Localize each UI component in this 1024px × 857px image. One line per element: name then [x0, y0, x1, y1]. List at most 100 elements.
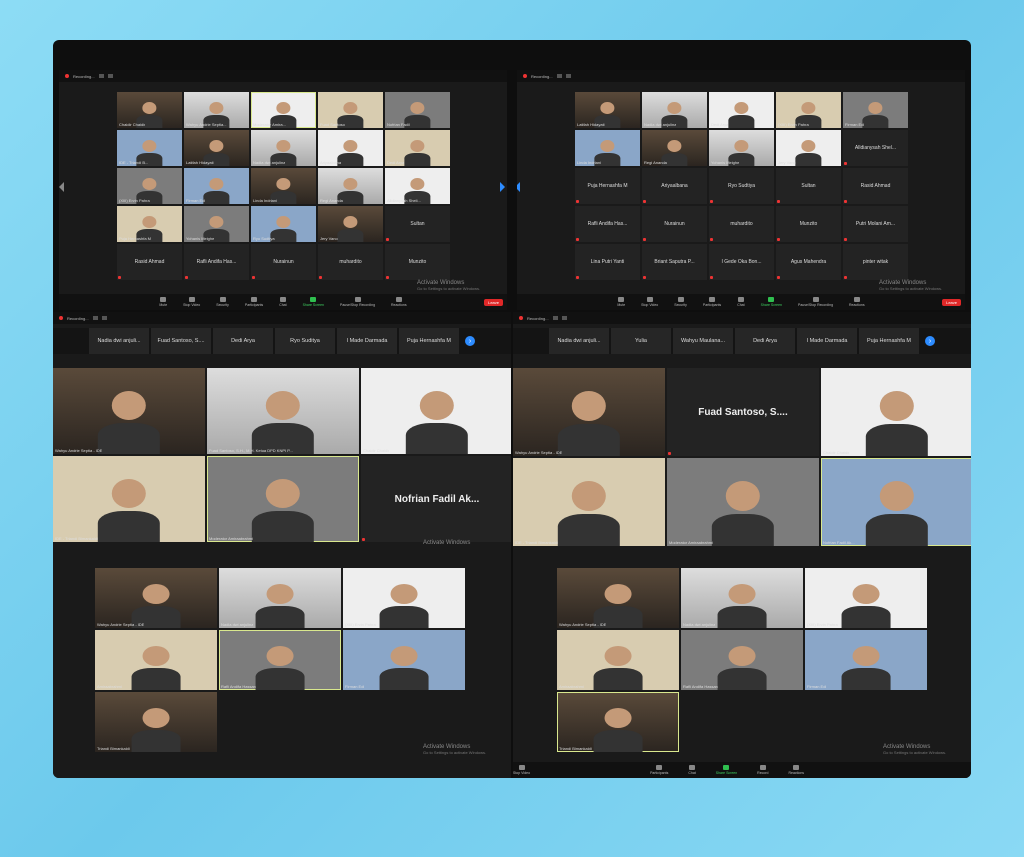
- participant-tile[interactable]: Briant Saputra P...: [642, 244, 707, 280]
- participant-tile[interactable]: IDE - Triandi B...: [117, 130, 182, 166]
- participant-tile[interactable]: Wahyu Andrie Septia - IDE: [53, 368, 205, 454]
- reactions-button[interactable]: Reactions: [849, 297, 865, 307]
- participant-tile[interactable]: Sultan: [776, 168, 841, 204]
- participant-tile[interactable]: Munzito: [776, 206, 841, 242]
- participant-tile[interactable]: Firman Edi: [843, 92, 908, 128]
- participant-tile[interactable]: Rafli Andifa Hassan: [681, 630, 803, 690]
- leave-button[interactable]: Leave: [484, 299, 503, 306]
- reactions-button[interactable]: Reactions: [788, 765, 804, 775]
- filmstrip-tile[interactable]: Fuad Santoso, S....: [151, 328, 211, 354]
- next-page-icon[interactable]: [500, 182, 505, 192]
- participant-tile[interactable]: Wahyu Andrie Septia - IDE: [95, 568, 217, 628]
- participant-tile[interactable]: (XIII) Ervin Pahra: [776, 92, 841, 128]
- leave-button[interactable]: Leave: [942, 299, 961, 306]
- stop-icon[interactable]: [561, 316, 567, 320]
- stop-video-button[interactable]: Stop Video: [641, 297, 658, 307]
- participant-tile[interactable]: Regi Ananda: [642, 130, 707, 166]
- participant-tile[interactable]: Amiraabrahmi: [557, 630, 679, 690]
- participant-tile[interactable]: IDE - Triandi Bimankaldi: [513, 458, 665, 546]
- share-screen-button[interactable]: Share Screen: [716, 765, 737, 775]
- participant-tile[interactable]: Fuad Santoso, S.H., M.H. Ketua DPD KNPI …: [207, 368, 359, 454]
- participant-tile[interactable]: Alldianysah Shel...: [843, 130, 908, 166]
- stop-icon[interactable]: [107, 74, 113, 78]
- participant-tile[interactable]: Nofrian Fadil Ak...: [821, 458, 971, 546]
- pause-icon[interactable]: [98, 74, 104, 78]
- participant-tile[interactable]: Ariyaalbana: [318, 130, 383, 166]
- participants-button[interactable]: Participants: [650, 765, 668, 775]
- participant-tile[interactable]: Nadia dwi anjulina: [681, 568, 803, 628]
- participant-tile[interactable]: Agus Mahendra: [776, 244, 841, 280]
- reactions-button[interactable]: Reactions: [391, 297, 407, 307]
- prev-page-icon[interactable]: [517, 182, 520, 192]
- participant-tile[interactable]: Nadia dwi anjulina: [251, 130, 316, 166]
- participant-tile[interactable]: Ariyaalbana: [642, 168, 707, 204]
- pause-icon[interactable]: [92, 316, 98, 320]
- participant-tile[interactable]: Chaidir Chaidir: [821, 368, 971, 456]
- participant-tile[interactable]: Sultan: [385, 206, 450, 242]
- participant-tile[interactable]: Nurainun: [251, 244, 316, 280]
- participant-tile[interactable]: Rafli Andifa Hassan: [219, 630, 341, 690]
- participant-tile[interactable]: Firman Edi: [343, 630, 465, 690]
- prev-page-icon[interactable]: [59, 182, 64, 192]
- participant-tile[interactable]: Nofrian Fadil: [385, 92, 450, 128]
- participant-tile[interactable]: Latifah Hidayati: [575, 92, 640, 128]
- participant-tile[interactable]: Jery Vano: [776, 130, 841, 166]
- participant-tile[interactable]: Triandi Bimankaldi: [95, 692, 217, 752]
- filmstrip-tile[interactable]: Nadia dwi anjuli...: [89, 328, 149, 354]
- participant-tile[interactable]: Nadia dwi anjulina: [219, 568, 341, 628]
- participant-tile[interactable]: Chaidir Chaidir: [117, 92, 182, 128]
- participant-tile[interactable]: Wahyu Andrie Septia...: [184, 92, 249, 128]
- participant-tile[interactable]: Chaidir Chaidir: [361, 368, 511, 454]
- participant-tile[interactable]: (XIII) Ervin Pahra: [805, 568, 927, 628]
- security-button[interactable]: Security: [674, 297, 687, 307]
- participant-tile[interactable]: Wahyu Andrie Septia - IDE: [557, 568, 679, 628]
- chat-button[interactable]: Chat: [737, 297, 745, 307]
- security-button[interactable]: Security: [216, 297, 229, 307]
- participant-tile[interactable]: Wahyu Andrie Septia - IDE: [513, 368, 665, 456]
- participant-tile[interactable]: Ryo Sudtiya: [251, 206, 316, 242]
- share-screen-button[interactable]: Share Screen: [761, 297, 782, 307]
- participant-tile[interactable]: Putri Molani Am...: [843, 206, 908, 242]
- participant-tile[interactable]: pinter witak: [843, 244, 908, 280]
- participant-tile[interactable]: Ryo Sudtiya: [709, 168, 774, 204]
- participant-tile[interactable]: IDE - Triandi Bimankaldi: [53, 456, 205, 542]
- participant-tile[interactable]: (XIII) Ervin Pahra: [117, 168, 182, 204]
- participant-tile[interactable]: Rafli Andifa Has...: [184, 244, 249, 280]
- filmstrip-tile[interactable]: Nadia dwi anjuli...: [549, 328, 609, 354]
- participant-tile[interactable]: Nurainun: [642, 206, 707, 242]
- participant-tile[interactable]: Fuad Santoso: [318, 92, 383, 128]
- participant-tile[interactable]: Fuad Santoso, S....: [667, 368, 819, 456]
- next-page-icon[interactable]: ›: [925, 336, 935, 346]
- filmstrip-tile[interactable]: I Made Darmada: [337, 328, 397, 354]
- participants-button[interactable]: Participants: [703, 297, 721, 307]
- participants-button[interactable]: Participants: [245, 297, 263, 307]
- stop-video-button[interactable]: Stop Video: [183, 297, 200, 307]
- filmstrip-tile[interactable]: Dedi Arya: [213, 328, 273, 354]
- mute-button[interactable]: Mute: [159, 297, 167, 307]
- participant-tile[interactable]: (XIII) Ervin Pahra: [343, 568, 465, 628]
- pause-icon[interactable]: [552, 316, 558, 320]
- filmstrip-tile[interactable]: Yulia: [611, 328, 671, 354]
- participant-tile[interactable]: Rasid Ahmad: [117, 244, 182, 280]
- participant-tile[interactable]: Dedi Arya: [709, 92, 774, 128]
- participant-tile[interactable]: I Gede Oka Bon...: [709, 244, 774, 280]
- participant-tile[interactable]: Puja Hernashfa M: [117, 206, 182, 242]
- mute-button[interactable]: Mute: [617, 297, 625, 307]
- participant-tile[interactable]: Jery Vano: [318, 206, 383, 242]
- participant-tile[interactable]: Munzito: [385, 244, 450, 280]
- filmstrip-tile[interactable]: Ryo Suditya: [275, 328, 335, 354]
- participant-tile[interactable]: Yohanis Meighe: [184, 206, 249, 242]
- participant-tile[interactable]: Lina Putri Yanti: [575, 244, 640, 280]
- participant-tile[interactable]: Dedi Arya: [385, 130, 450, 166]
- participant-tile[interactable]: muhardito: [318, 244, 383, 280]
- participant-tile[interactable]: Firman Edi: [805, 630, 927, 690]
- participant-tile[interactable]: muhardito: [709, 206, 774, 242]
- participant-tile[interactable]: Linda Indriani: [251, 168, 316, 204]
- participant-tile[interactable]: Nofrian Fadil Ak...: [361, 456, 511, 542]
- participant-tile[interactable]: Puja Hernashfa M: [575, 168, 640, 204]
- participant-tile[interactable]: Nadia dwi anjulina: [642, 92, 707, 128]
- stop-icon[interactable]: [101, 316, 107, 320]
- participant-tile[interactable]: Rafli Andifa Has...: [575, 206, 640, 242]
- filmstrip-tile[interactable]: Puja Hernashfa M: [399, 328, 459, 354]
- next-page-icon[interactable]: ›: [465, 336, 475, 346]
